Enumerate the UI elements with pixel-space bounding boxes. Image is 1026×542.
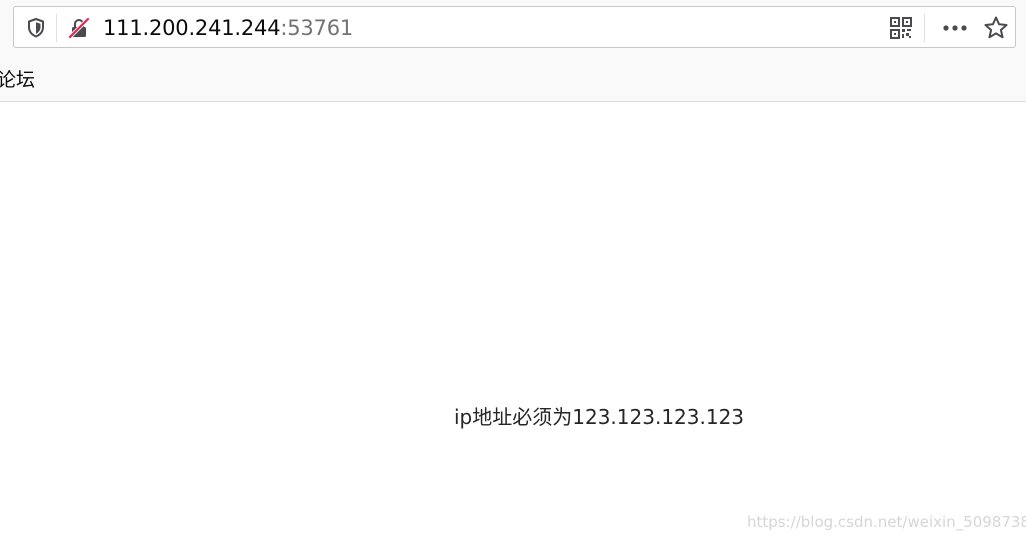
urlbar-separator bbox=[56, 14, 57, 42]
url-port: :53761 bbox=[280, 16, 354, 40]
url-text[interactable]: 111.200.241.244:53761 bbox=[103, 15, 353, 41]
page-content: ip地址必须为123.123.123.123 https://blog.csdn… bbox=[0, 102, 1026, 542]
browser-toolbar: 111.200.241.244:53761 bbox=[0, 0, 1026, 60]
page-message: ip地址必须为123.123.123.123 bbox=[454, 405, 745, 429]
shield-icon[interactable] bbox=[24, 16, 48, 40]
bookmark-star-icon[interactable] bbox=[983, 15, 1009, 41]
bookmarks-bar: 论坛 bbox=[0, 60, 1026, 102]
watermark: https://blog.csdn.net/weixin_50987385 bbox=[747, 513, 1026, 531]
urlbar-separator bbox=[924, 14, 925, 42]
more-icon[interactable] bbox=[940, 16, 970, 40]
url-host: 111.200.241.244 bbox=[103, 16, 281, 40]
address-bar[interactable]: 111.200.241.244:53761 bbox=[13, 6, 1016, 48]
bookmark-item[interactable]: 论坛 bbox=[0, 69, 35, 91]
insecure-lock-icon[interactable] bbox=[67, 16, 91, 40]
qr-code-icon[interactable] bbox=[889, 16, 913, 40]
